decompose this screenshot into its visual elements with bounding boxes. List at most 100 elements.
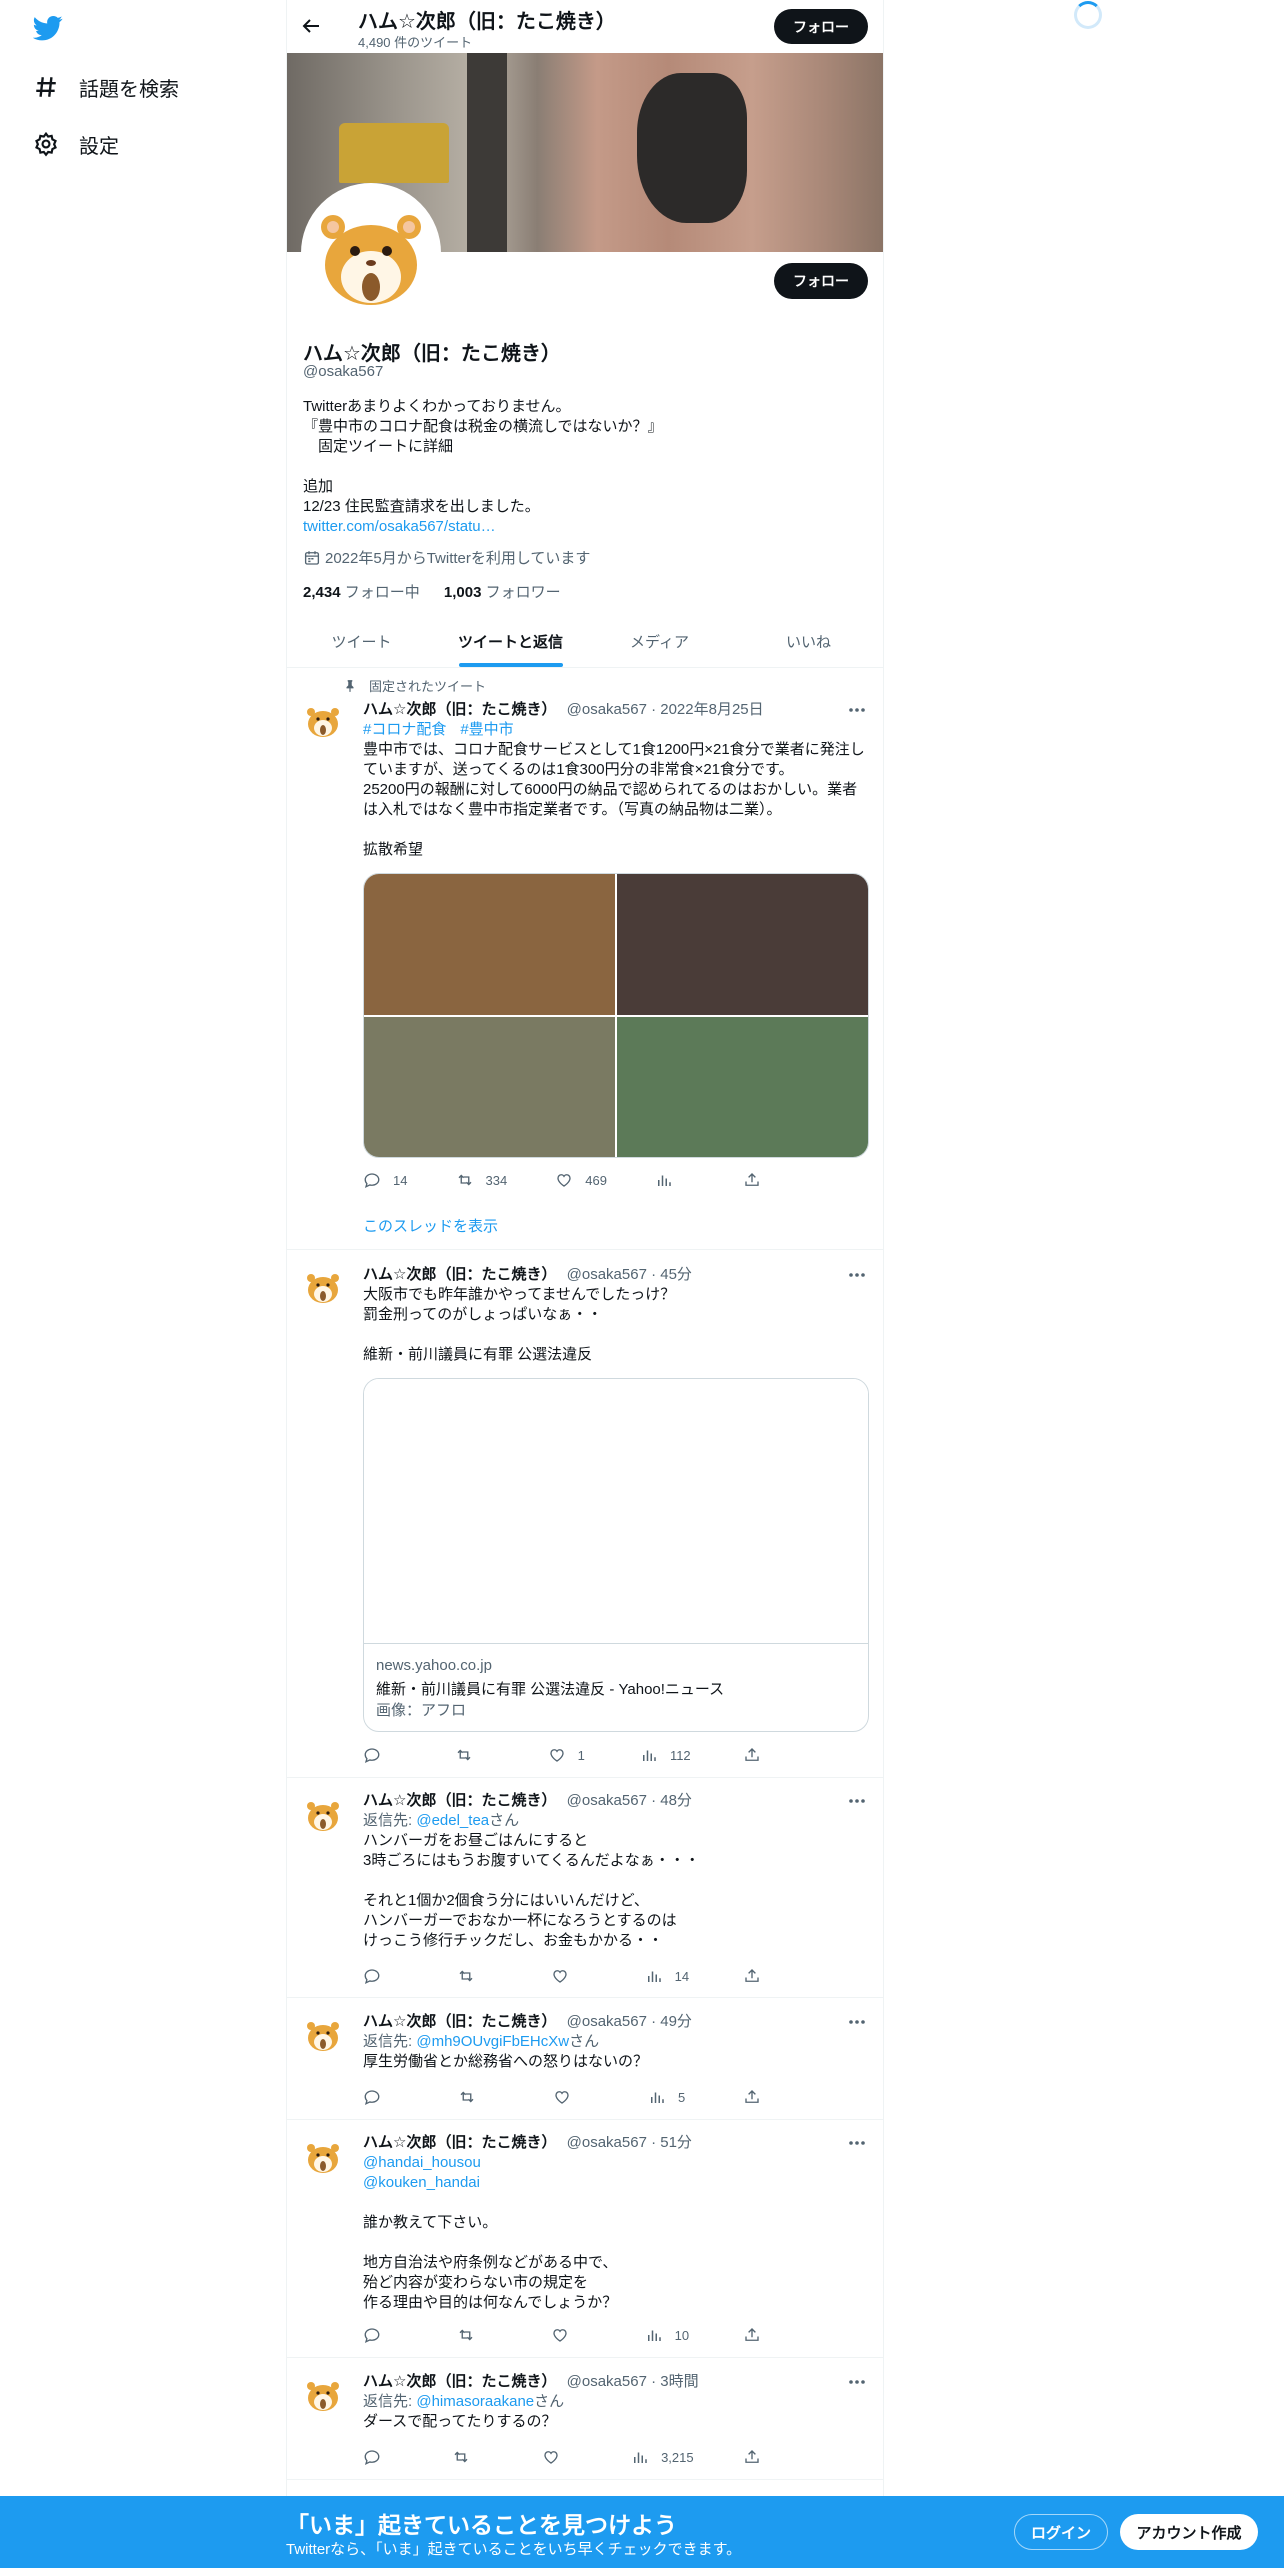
like-button[interactable] bbox=[553, 2087, 593, 2107]
media-photo[interactable] bbox=[617, 874, 868, 1015]
like-button[interactable] bbox=[551, 1966, 591, 1986]
tweet-author-name[interactable]: ハム☆次郎（旧：たこ焼き） bbox=[363, 2373, 556, 2390]
retweet-button[interactable] bbox=[457, 2325, 497, 2345]
avatar[interactable] bbox=[303, 700, 343, 740]
more-options-icon[interactable] bbox=[847, 2133, 867, 2153]
analytics-icon bbox=[634, 2452, 647, 2463]
more-options-icon[interactable] bbox=[847, 2372, 867, 2392]
views-button[interactable]: 10 bbox=[645, 2325, 689, 2345]
profile-bio: Twitterあまりよくわかっておりません。 『豊中市のコロナ配食は税金の横流し… bbox=[303, 397, 863, 537]
profile-avatar[interactable] bbox=[301, 183, 441, 323]
reply-button[interactable]: 14 bbox=[363, 1170, 407, 1190]
profile-tabs: ツイート ツイートと返信 メディア いいね bbox=[287, 615, 883, 668]
tweet-author-name[interactable]: ハム☆次郎（旧：たこ焼き） bbox=[363, 2013, 556, 2030]
more-options-icon[interactable] bbox=[847, 2012, 867, 2032]
twitter-logo-icon[interactable] bbox=[33, 13, 63, 43]
like-button[interactable]: 1 bbox=[548, 1745, 588, 1765]
views-button[interactable]: 112 bbox=[640, 1745, 691, 1765]
tweet-author-name[interactable]: ハム☆次郎（旧：たこ焼き） bbox=[363, 1266, 556, 1283]
link-card[interactable]: news.yahoo.co.jp 維新・前川議員に有罪 公選法違反 - Yaho… bbox=[363, 1378, 869, 1732]
tweet-meta[interactable]: @osaka567 · 45分 bbox=[567, 1266, 692, 1283]
share-button[interactable] bbox=[743, 1745, 783, 1765]
reply-to-handle[interactable]: @edel_tea bbox=[416, 1812, 489, 1829]
views-button[interactable]: 14 bbox=[645, 1966, 689, 1986]
like-button[interactable] bbox=[551, 2325, 591, 2345]
tab-tweets[interactable]: ツイート bbox=[287, 615, 436, 667]
back-arrow-icon[interactable] bbox=[299, 14, 323, 38]
show-thread-link[interactable]: このスレッドを表示 bbox=[363, 1215, 498, 1236]
reply-button[interactable] bbox=[363, 2087, 403, 2107]
link-card-domain: news.yahoo.co.jp bbox=[376, 1657, 492, 1674]
tweet-text-line: ハンバーガをお昼ごはんにすると bbox=[363, 1832, 589, 1849]
avatar[interactable] bbox=[303, 2374, 343, 2414]
retweet-button[interactable] bbox=[455, 1745, 495, 1765]
tweet-text-line: 誰か教えて下さい。 bbox=[363, 2214, 498, 2231]
retweet-button[interactable]: 334 bbox=[456, 1170, 507, 1190]
share-button[interactable] bbox=[743, 2087, 783, 2107]
share-button[interactable] bbox=[743, 2325, 783, 2345]
tweet-author-name[interactable]: ハム☆次郎（旧：たこ焼き） bbox=[363, 1792, 556, 1809]
mention-link[interactable]: @handai_housou bbox=[363, 2153, 869, 2173]
media-photo[interactable] bbox=[617, 1016, 868, 1157]
bio-line bbox=[303, 457, 863, 477]
reply-button[interactable] bbox=[363, 2447, 403, 2467]
reply-button[interactable] bbox=[363, 2325, 403, 2345]
tab-likes[interactable]: いいね bbox=[734, 615, 883, 667]
hashtag-link[interactable]: #コロナ配食 bbox=[363, 721, 446, 738]
views-button[interactable]: 3,215 bbox=[631, 2447, 694, 2467]
more-options-icon[interactable] bbox=[847, 1265, 867, 1285]
avatar[interactable] bbox=[303, 2014, 343, 2054]
nav-settings[interactable]: 設定 bbox=[33, 124, 119, 164]
followers-link[interactable]: 1,003 フォロワー bbox=[444, 584, 561, 601]
bio-link[interactable]: twitter.com/osaka567/statu… bbox=[303, 517, 863, 537]
tweet-text-line: ていますが、送ってくるのは1食300円分の非常食×21食分です。 bbox=[363, 761, 794, 778]
heart-icon bbox=[549, 1749, 564, 1762]
followers-label: フォロワー bbox=[481, 584, 561, 601]
more-options-icon[interactable] bbox=[847, 1791, 867, 1811]
nav-explore[interactable]: 話題を検索 bbox=[33, 67, 179, 107]
tweet-meta[interactable]: @osaka567 · 2022年8月25日 bbox=[567, 701, 764, 718]
mention-link[interactable]: @kouken_handai bbox=[363, 2173, 869, 2193]
profile-follow-button[interactable]: フォロー bbox=[774, 263, 868, 299]
following-link[interactable]: 2,434 フォロー中 bbox=[303, 584, 420, 601]
reply-prefix: 返信先: bbox=[363, 2033, 417, 2050]
media-photo[interactable] bbox=[364, 1016, 615, 1157]
reply-to-handle[interactable]: @himasoraakane bbox=[416, 2393, 534, 2410]
avatar[interactable] bbox=[303, 1794, 343, 1834]
views-button[interactable]: 5 bbox=[648, 2087, 688, 2107]
reply-to-handle[interactable]: @mh9OUvgiFbEHcXw bbox=[416, 2033, 569, 2050]
media-photo[interactable] bbox=[364, 874, 615, 1015]
reply-button[interactable] bbox=[363, 1745, 403, 1765]
reply-button[interactable] bbox=[363, 1966, 403, 1986]
tweet-meta[interactable]: @osaka567 · 3時間 bbox=[567, 2373, 699, 2390]
avatar[interactable] bbox=[303, 1266, 343, 1306]
share-button[interactable] bbox=[743, 1170, 783, 1190]
tweet-meta[interactable]: @osaka567 · 48分 bbox=[567, 1792, 692, 1809]
retweet-button[interactable] bbox=[458, 2087, 498, 2107]
share-button[interactable] bbox=[743, 2447, 783, 2467]
signup-banner-subtitle: Twitterなら、「いま」起きていることをいち早くチェックできます。 bbox=[286, 2541, 742, 2558]
tweet-author-name[interactable]: ハム☆次郎（旧：たこ焼き） bbox=[363, 701, 556, 718]
reply-icon bbox=[364, 2328, 380, 2343]
more-options-icon[interactable] bbox=[847, 700, 867, 720]
retweet-button[interactable] bbox=[457, 1966, 497, 1986]
like-button[interactable]: 469 bbox=[555, 1170, 607, 1190]
tweet-media-grid bbox=[363, 873, 869, 1158]
analytics-icon bbox=[647, 2330, 661, 2341]
tab-media[interactable]: メディア bbox=[585, 615, 734, 667]
tweet-meta[interactable]: @osaka567 · 49分 bbox=[567, 2013, 692, 2030]
retweet-button[interactable] bbox=[452, 2447, 492, 2467]
like-button[interactable] bbox=[542, 2447, 582, 2467]
tab-tweets-and-replies[interactable]: ツイートと返信 bbox=[436, 615, 585, 667]
tweet-meta[interactable]: @osaka567 · 51分 bbox=[567, 2134, 692, 2151]
signup-button[interactable]: アカウント作成 bbox=[1120, 2514, 1258, 2550]
tweet-actions: 3,215 bbox=[363, 2447, 783, 2467]
views-button[interactable] bbox=[655, 1170, 695, 1190]
login-button[interactable]: ログイン bbox=[1014, 2514, 1108, 2550]
tweet-author-name[interactable]: ハム☆次郎（旧：たこ焼き） bbox=[363, 2134, 556, 2151]
hashtag-link[interactable]: #豊中市 bbox=[460, 721, 513, 738]
avatar[interactable] bbox=[303, 2136, 343, 2176]
gear-icon bbox=[33, 131, 59, 157]
header-follow-button[interactable]: フォロー bbox=[774, 9, 868, 44]
share-button[interactable] bbox=[743, 1966, 783, 1986]
